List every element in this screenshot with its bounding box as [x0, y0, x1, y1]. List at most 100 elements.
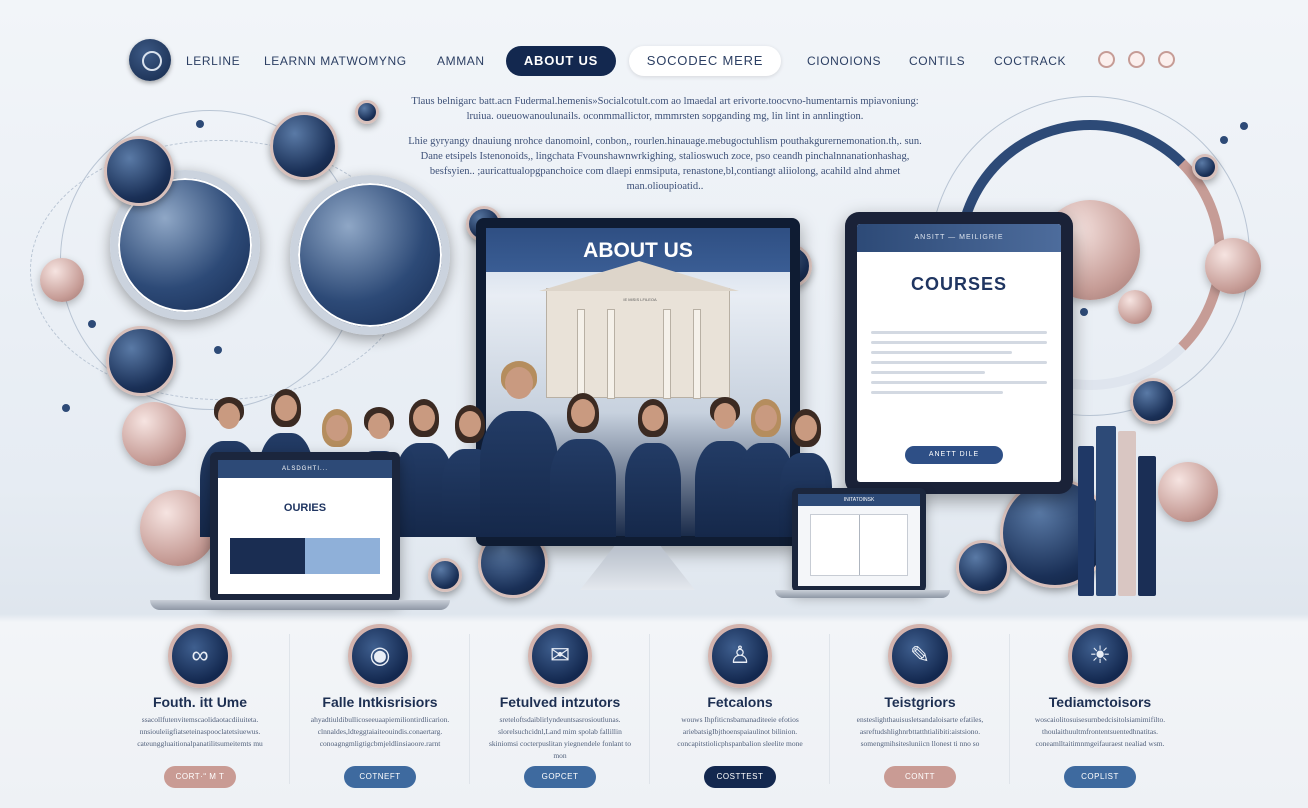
- feature-title: Falle Intkisrisiors: [322, 694, 438, 710]
- tablet-header: ANSITT — MEILIGRIE: [857, 224, 1061, 252]
- feature-title: Tediamctoisors: [1048, 694, 1152, 710]
- feature-divider: [289, 634, 290, 784]
- student-head: [795, 415, 817, 441]
- mail-icon: ✉: [528, 624, 592, 688]
- decor-dot: [62, 404, 70, 412]
- nav-link-6[interactable]: COCTRACK: [994, 54, 1066, 68]
- student-head: [642, 405, 664, 431]
- feature-description: wouws Ihpfiticnsbamanaditeeie efotios ar…: [677, 715, 803, 748]
- spiral-icon: [106, 326, 176, 396]
- coin-icon: [1205, 238, 1261, 294]
- laptop-device: ALSDGHTI... OURIES: [210, 452, 400, 602]
- student-head: [755, 405, 777, 431]
- book-stack: [1078, 426, 1164, 596]
- feature-button[interactable]: COTNEFT: [344, 766, 416, 788]
- globe-icon: [290, 175, 450, 335]
- badge-icon: [1130, 378, 1176, 424]
- site-logo[interactable]: [129, 39, 171, 81]
- feature-button[interactable]: CONTT: [884, 766, 956, 788]
- book-spine: [1118, 431, 1136, 596]
- building-sign: IE MISIS LFILEOA: [623, 297, 657, 302]
- pen-icon: ✎: [888, 624, 952, 688]
- badge-icon: [956, 540, 1010, 594]
- nav-secondary-button[interactable]: SOCODEC MERE: [629, 46, 781, 76]
- feature-card: ◉ Falle Intkisrisiors ahyadtiuldibullicose…: [290, 620, 470, 808]
- monitor-stand: [580, 546, 695, 590]
- coin-icon: [40, 258, 84, 302]
- feature-button[interactable]: CORT·ʺ M T: [164, 766, 236, 788]
- feature-card: ✎ Teistgriors ensteslighthauisusletsandalo…: [830, 620, 1010, 808]
- book-spine: [1078, 446, 1094, 596]
- nav-link-5[interactable]: CONTILS: [909, 54, 965, 68]
- feature-description: sreteloftsdaiblirlyndeuntsasrosioutlunas…: [488, 715, 632, 760]
- tablet-title: COURSES: [910, 274, 1007, 294]
- ereader-device: INITATOINSK: [792, 488, 926, 592]
- decor-dot: [1220, 136, 1228, 144]
- intro-text: Tlaus belnigarc batt.acn Fudermal.hemeni…: [405, 94, 925, 204]
- student-figure: [625, 399, 681, 537]
- menu-icon[interactable]: [1158, 51, 1175, 68]
- tablet-text-lines: [871, 331, 1047, 394]
- decor-dot: [1240, 122, 1248, 130]
- ereader-base: [775, 590, 950, 598]
- feature-divider: [829, 634, 830, 784]
- feature-card: ☀ Tediamctoisors woscaiolitosuisesurnbedci…: [1010, 620, 1190, 808]
- decor-dot: [196, 120, 204, 128]
- ereader-header: INITATOINSK: [798, 494, 920, 506]
- feature-button[interactable]: GOPCET: [524, 766, 596, 788]
- student-head: [326, 415, 348, 441]
- lightbulb-icon: ☀: [1068, 624, 1132, 688]
- cart-icon[interactable]: [1098, 51, 1115, 68]
- laptop-screen: ALSDGHTI... OURIES: [218, 460, 392, 594]
- tablet-screen: ANSITT — MEILIGRIE COURSES ANETT DILE: [857, 224, 1061, 482]
- coin-icon: [122, 402, 186, 466]
- feature-description: ssacollfutenvitemscaolidaotacdiiuiteta. …: [137, 715, 263, 748]
- student-head: [275, 395, 297, 421]
- decor-dot: [88, 320, 96, 328]
- feature-divider: [649, 634, 650, 784]
- student-head: [368, 413, 390, 439]
- features-section: ∞ Fouth. itt Ume ssacollfutenvitemscaolida…: [0, 620, 1308, 808]
- student-figure: [550, 393, 616, 537]
- feature-description: ahyadtiuldibullicoseeuaapiemiliontirdlic…: [310, 715, 450, 748]
- student-head: [218, 403, 240, 429]
- badge-icon: [428, 558, 462, 592]
- badge-icon: [1192, 154, 1218, 180]
- student-head: [505, 367, 533, 399]
- feature-button[interactable]: COSTTEST: [704, 766, 776, 788]
- laptop-base: [150, 600, 450, 610]
- nav-link-1[interactable]: LERLINE: [186, 54, 240, 68]
- reading-person-icon: ◉: [348, 624, 412, 688]
- laptop-header: ALSDGHTI...: [218, 460, 392, 478]
- feature-divider: [469, 634, 470, 784]
- feature-card: ✉ Fetulved intzutors sreteloftsdaiblirlynd…: [470, 620, 650, 808]
- feature-title: Fetcalons: [707, 694, 773, 710]
- laptop-title: OURIES: [283, 502, 327, 514]
- feature-title: Fetulved intzutors: [499, 694, 621, 710]
- nav-link-3[interactable]: AMMAN: [437, 54, 485, 68]
- student-head: [714, 403, 736, 429]
- user-icon[interactable]: [1128, 51, 1145, 68]
- student-icon: ♙: [708, 624, 772, 688]
- nav-link-4[interactable]: CIONOIONS: [807, 54, 881, 68]
- feature-title: Teistgriors: [884, 694, 956, 710]
- feature-card: ∞ Fouth. itt Ume ssacollfutenvitemscaolida…: [110, 620, 290, 808]
- student-head: [413, 405, 435, 431]
- coin-icon: [1118, 290, 1152, 324]
- badge-icon: [355, 100, 379, 124]
- student-head: [571, 399, 595, 427]
- feature-description: woscaiolitosuisesurnbedcisitolsiamimifil…: [1034, 715, 1166, 748]
- feature-description: ensteslighthauisusletsandaloisarte efati…: [856, 715, 984, 748]
- laptop-banner: [230, 538, 380, 574]
- pen-icon: [270, 112, 338, 180]
- nav-about-us-button[interactable]: ABOUT US: [506, 46, 616, 76]
- feature-button[interactable]: COPLIST: [1064, 766, 1136, 788]
- intro-paragraph-2: Lhie gyryangy dnauiung nrohce danomoinl,…: [408, 136, 922, 192]
- decor-dot: [214, 346, 222, 354]
- coin-icon: [1158, 462, 1218, 522]
- tablet-button[interactable]: ANETT DILE: [905, 446, 1003, 464]
- intro-paragraph-1: Tlaus belnigarc batt.acn Fudermal.hemeni…: [411, 96, 919, 122]
- feature-card: ♙ Fetcalons wouws Ihpfiticnsbamanaditeeie …: [650, 620, 830, 808]
- tablet-device: ANSITT — MEILIGRIE COURSES ANETT DILE: [845, 212, 1073, 494]
- nav-link-2[interactable]: LEARNN MATWOMYNG: [264, 54, 407, 68]
